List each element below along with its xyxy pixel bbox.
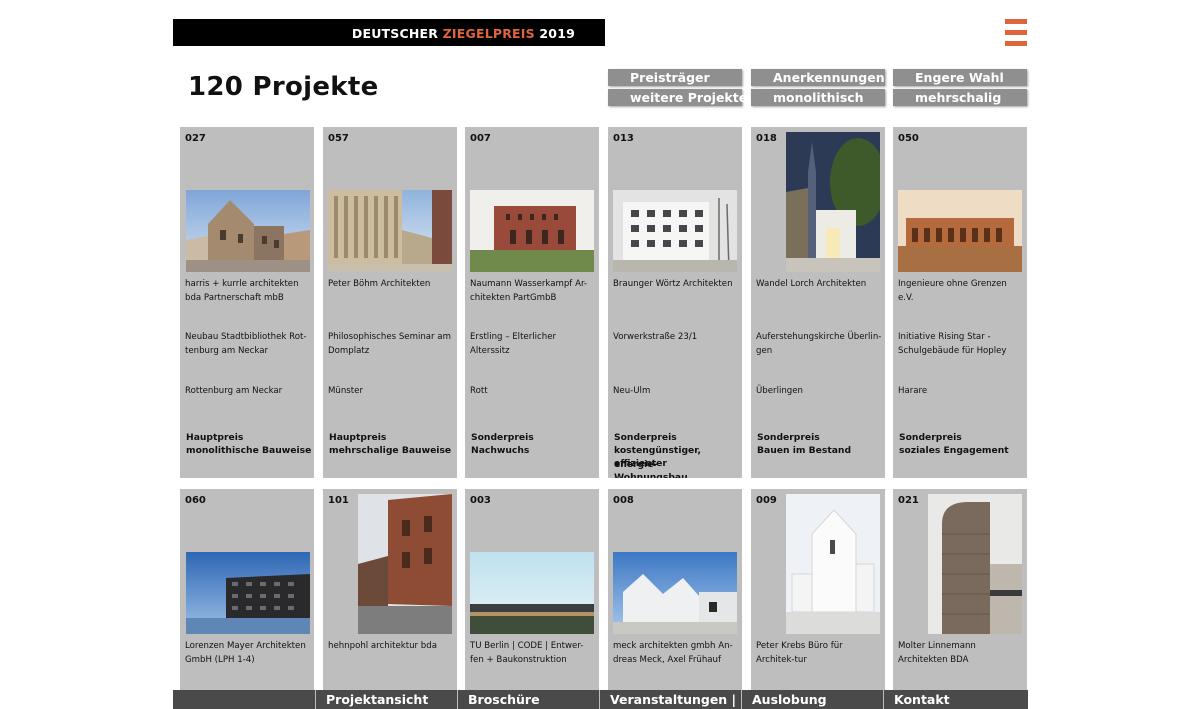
project-number: 008 [613,495,634,506]
project-title: Initiative Rising Star - Schulgebäude fü… [898,332,1007,356]
logo-word-deutscher: DEUTSCHER [351,26,443,41]
filter-mehrschalig-button[interactable]: mehrschalig [893,89,1027,106]
project-card[interactable]: 008 meck architekten gmbh An-dreas Meck,… [608,489,742,690]
project-photo [186,552,310,634]
project-card[interactable]: 013 Braunger Wörtz Architekten Vorwerkst… [608,127,742,478]
project-title: Erstling – Elterlicher Alterssitz [470,332,557,356]
logo-text: DEUTSCHER ZIEGELPREIS 2019 [352,26,575,41]
project-card[interactable]: 101 hehnpohl architektur bda [323,489,457,690]
project-architect: Wandel Lorch Architekten [756,279,867,289]
project-photo [928,494,1022,634]
project-architect: hehnpohl architektur bda [328,641,437,651]
project-architect: harris + kurrle architekten bda Partners… [185,279,299,303]
project-architect: Molter Linnemann Architekten BDA [898,641,976,665]
menu-bar-top [1005,19,1027,24]
project-title: Auferstehungskirche Überlin-gen [756,332,882,356]
project-photo [613,552,737,634]
menu-bar-bottom [1005,41,1027,46]
nav-item-projektansicht[interactable]: Projektansicht [315,690,457,709]
project-architect: Naumann Wasserkampf Ar-chitekten PartGmb… [470,279,588,303]
project-number: 060 [185,495,206,506]
page-title: 120 Projekte [188,72,379,102]
project-city: Harare [898,386,928,396]
project-number: 021 [898,495,919,506]
project-number: 101 [328,495,349,506]
logo-word-year: 2019 [534,26,575,41]
award-line2: monolithische Bauweise [186,445,312,456]
nav-item-auslobung[interactable]: Auslobung [741,690,883,709]
project-number: 013 [613,133,634,144]
project-card[interactable]: 009 Peter Krebs Büro für Architek-tur [751,489,885,690]
project-card[interactable]: 021 Molter Linnemann Architekten BDA [893,489,1027,690]
project-card[interactable]: 050 Ingenieure ohne Grenzen e.V. Initiat… [893,127,1027,478]
project-photo [613,190,737,272]
menu-bar-middle [1005,30,1027,35]
project-photo [358,494,452,634]
page: DEUTSCHER ZIEGELPREIS 2019 120 Projekte … [0,0,1200,709]
project-card[interactable]: 057 Peter Böhm Architekten Philosophisch… [323,127,457,478]
project-city: Neu-Ulm [613,386,651,396]
nav-item-kontakt[interactable]: Kontakt [883,690,1028,709]
nav-item-veranstaltungen[interactable]: Veranstaltungen | PR [599,690,741,709]
award-line2: Bauen im Bestand [757,445,852,456]
project-architect: Ingenieure ohne Grenzen e.V. [898,279,1007,303]
project-photo [186,190,310,272]
project-card[interactable]: 003 TU Berlin | CODE | Entwer-fen + Bauk… [465,489,599,690]
project-photo [786,132,880,272]
project-photo [328,190,452,272]
award-line1: Hauptpreis [186,432,244,443]
filter-monolithisch-button[interactable]: monolithisch [751,89,885,106]
project-photo [470,552,594,634]
project-city: Rott [470,386,488,396]
project-photo [786,494,880,634]
project-architect: TU Berlin | CODE | Entwer-fen + Baukonst… [470,641,584,665]
project-architect: Lorenzen Mayer Architekten GmbH (LPH 1-4… [185,641,306,665]
project-number: 057 [328,133,349,144]
project-card[interactable]: 060 Lorenzen Mayer Architekten GmbH (LPH… [180,489,314,690]
project-photo [470,190,594,272]
bottom-navigation: Projektansicht Broschüre Veranstaltungen… [173,690,1028,709]
filter-anerkennungen-button[interactable]: Anerkennungen [751,69,885,86]
filter-preistraeger-button[interactable]: Preisträger [608,69,742,86]
project-title: Vorwerkstraße 23/1 [613,332,698,342]
award-line2: mehrschalige Bauweise [329,445,452,456]
project-card[interactable]: 027 harris + kurrle architekten bda Part… [180,127,314,478]
project-city: Rottenburg am Neckar [185,386,283,396]
award-line3: effizienter Wohnungsbau [614,458,688,478]
project-architect: Peter Krebs Büro für Architek-tur [756,641,843,665]
project-architect: Braunger Wörtz Architekten [613,279,733,289]
project-architect: Peter Böhm Architekten [328,279,431,289]
award-line1: Sonderpreis [757,432,820,443]
project-photo [898,190,1022,272]
project-number: 050 [898,133,919,144]
project-card[interactable]: 007 Naumann Wasserkampf Ar-chitekten Par… [465,127,599,478]
project-number: 007 [470,133,491,144]
project-city: Münster [328,386,363,396]
project-number: 009 [756,495,777,506]
project-number: 003 [470,495,491,506]
project-architect: meck architekten gmbh An-dreas Meck, Axe… [613,641,733,665]
project-number: 018 [756,133,777,144]
award-line1: Sonderpreis [471,432,534,443]
award-line2: soziales Engagement [899,445,1009,456]
award-line1: Sonderpreis [899,432,962,443]
nav-item-broschuere[interactable]: Broschüre [457,690,599,709]
award-line1: Hauptpreis [329,432,387,443]
project-number: 027 [185,133,206,144]
filter-weitere-projekte-button[interactable]: weitere Projekte [608,89,747,106]
logo-banner[interactable]: DEUTSCHER ZIEGELPREIS 2019 [173,19,605,46]
nav-item-home[interactable] [173,690,315,709]
award-line2: Nachwuchs [471,445,530,456]
filter-engere-wahl-button[interactable]: Engere Wahl [893,69,1027,86]
award-line1: Sonderpreis [614,432,677,443]
project-title: Philosophisches Seminar am Domplatz [328,332,451,356]
project-city: Überlingen [756,386,803,396]
logo-word-ziegelpreis: ZIEGELPREIS [442,26,535,41]
project-title: Neubau Stadtbibliothek Rot-tenburg am Ne… [185,332,307,356]
filter-buttons: Preisträger weitere Projekte Anerkennung… [608,69,1028,107]
hamburger-menu-icon[interactable] [1005,19,1027,47]
project-card[interactable]: 018 Wandel Lorch Architekten Auferstehun… [751,127,885,478]
